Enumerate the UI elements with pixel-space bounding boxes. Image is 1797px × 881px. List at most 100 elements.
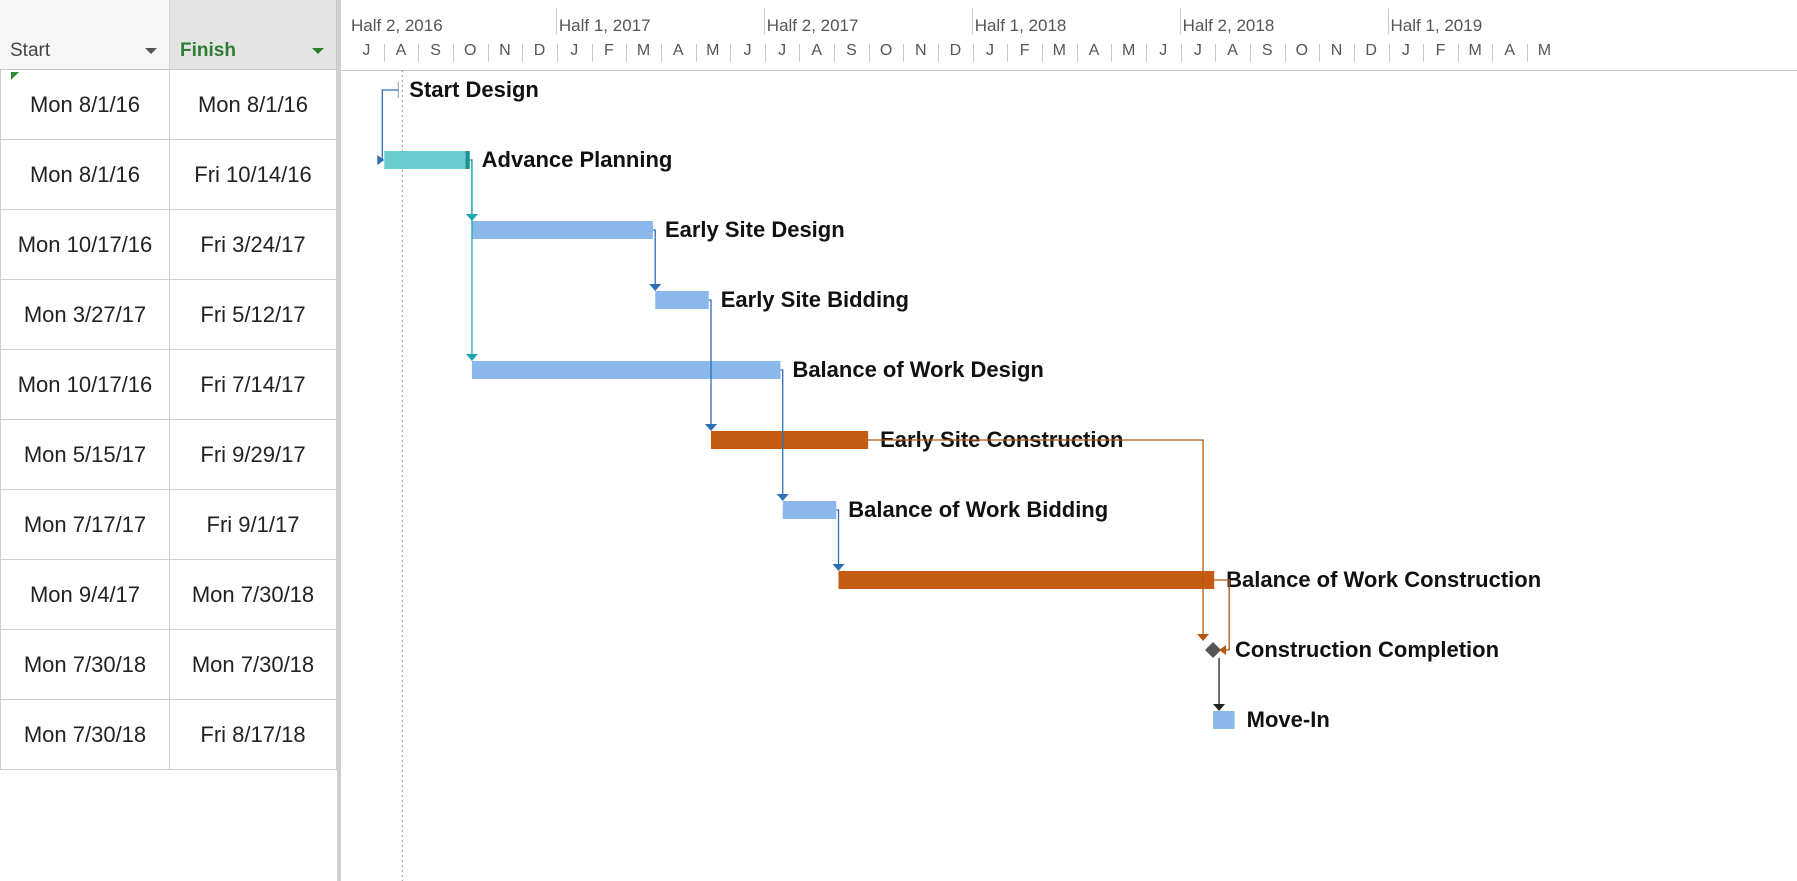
- month-separator: [383, 44, 385, 62]
- dependency-arrowhead: [1213, 704, 1226, 711]
- month-separator: [591, 44, 593, 62]
- task-grid: Start Finish Mon 8/1/16 Mon 8/1/16 Mon 8…: [0, 0, 337, 881]
- finish-cell[interactable]: Fri 5/12/17: [170, 280, 337, 350]
- start-cell[interactable]: Mon 9/4/17: [0, 560, 170, 630]
- start-cell[interactable]: Mon 7/30/18: [0, 630, 170, 700]
- half-label: Half 2, 2017: [766, 16, 859, 35]
- task-label: Balance of Work Construction: [1226, 567, 1541, 592]
- column-header-finish-label: Finish: [180, 40, 236, 61]
- task-bar: [1213, 711, 1235, 729]
- month-label: N: [1330, 42, 1343, 59]
- start-cell[interactable]: Mon 7/17/17: [0, 490, 170, 560]
- start-cell[interactable]: Mon 8/1/16: [0, 140, 170, 210]
- start-cell[interactable]: Mon 5/15/17: [0, 420, 170, 490]
- month-separator: [1042, 44, 1043, 62]
- table-row[interactable]: Mon 3/27/17 Fri 5/12/17: [0, 280, 337, 350]
- table-row[interactable]: Mon 7/30/18 Mon 7/30/18: [0, 630, 337, 700]
- month-label: J: [1159, 42, 1168, 59]
- half-separator: [1179, 8, 1181, 34]
- progress-marker: [465, 151, 470, 169]
- dependency-link: [836, 509, 840, 570]
- dependency-link: [469, 159, 473, 360]
- month-separator: [1076, 44, 1078, 62]
- month-label: M: [706, 42, 720, 59]
- finish-cell[interactable]: Mon 7/30/18: [170, 630, 337, 700]
- month-label: F: [1019, 42, 1030, 59]
- chevron-down-icon[interactable]: [145, 48, 157, 54]
- month-separator: [1111, 44, 1113, 62]
- month-label: A: [395, 42, 407, 59]
- start-cell[interactable]: Mon 8/1/16: [0, 70, 170, 140]
- table-row[interactable]: Mon 10/17/16 Fri 7/14/17: [0, 350, 337, 420]
- finish-cell[interactable]: Fri 7/14/17: [170, 350, 337, 420]
- finish-cell[interactable]: Mon 8/1/16: [170, 70, 337, 140]
- dependency-link: [378, 89, 399, 161]
- task-bar: [471, 221, 653, 239]
- table-row[interactable]: Mon 10/17/16 Fri 3/24/17: [0, 210, 337, 280]
- finish-cell[interactable]: Mon 7/30/18: [170, 560, 337, 630]
- half-separator: [971, 8, 973, 34]
- table-row[interactable]: Mon 8/1/16 Mon 8/1/16: [0, 70, 337, 140]
- finish-cell[interactable]: Fri 8/17/18: [170, 700, 337, 770]
- month-label: D: [949, 42, 962, 59]
- month-label: M: [1468, 42, 1482, 59]
- month-separator: [1353, 44, 1355, 62]
- table-row[interactable]: Mon 7/30/18 Fri 8/17/18: [0, 700, 337, 770]
- half-separator: [1387, 8, 1389, 34]
- table-row[interactable]: Mon 9/4/17 Mon 7/30/18: [0, 560, 337, 630]
- dependency-arrowhead: [776, 494, 789, 501]
- finish-cell[interactable]: Fri 10/14/16: [170, 140, 337, 210]
- start-cell[interactable]: Mon 10/17/16: [0, 350, 170, 420]
- task-bar: [471, 361, 781, 379]
- task-label: Early Site Bidding: [721, 287, 909, 312]
- start-cell[interactable]: Mon 7/30/18: [0, 700, 170, 770]
- month-label: M: [1052, 42, 1066, 59]
- milestone-diamond: [1205, 642, 1222, 658]
- month-label: S: [430, 42, 441, 59]
- dependency-link: [652, 229, 656, 290]
- dependency-arrowhead: [832, 564, 845, 571]
- month-label: A: [1504, 42, 1516, 59]
- month-separator: [730, 44, 732, 62]
- month-label: N: [914, 42, 927, 59]
- month-separator: [487, 44, 489, 62]
- month-separator: [452, 44, 454, 62]
- month-separator: [1527, 44, 1529, 62]
- task-bar: [838, 571, 1215, 589]
- month-separator: [695, 44, 697, 62]
- month-label: D: [533, 42, 546, 59]
- start-cell[interactable]: Mon 3/27/17: [0, 280, 170, 350]
- month-label: M: [1537, 42, 1552, 59]
- column-header-finish[interactable]: Finish: [170, 0, 337, 70]
- month-label: J: [778, 42, 787, 59]
- month-label: D: [1365, 42, 1377, 59]
- half-separator: [555, 8, 557, 34]
- month-separator: [938, 44, 940, 62]
- month-separator: [1145, 44, 1147, 62]
- column-header-start[interactable]: Start: [0, 0, 170, 70]
- table-row[interactable]: Mon 7/17/17 Fri 9/1/17: [0, 490, 337, 560]
- month-separator: [1284, 44, 1286, 62]
- task-label: Balance of Work Bidding: [848, 497, 1108, 522]
- month-label: A: [1227, 42, 1238, 59]
- dependency-arrowhead: [1197, 634, 1210, 641]
- task-bar: [384, 151, 470, 169]
- chevron-down-icon[interactable]: [312, 48, 324, 54]
- month-separator: [1388, 44, 1390, 62]
- month-label: F: [1435, 42, 1446, 59]
- dependency-arrowhead: [1219, 645, 1227, 655]
- dependency-arrowhead: [465, 354, 478, 361]
- half-label: Half 2, 2016: [351, 16, 443, 35]
- half-label: Half 1, 2018: [974, 16, 1067, 35]
- month-separator: [834, 44, 836, 62]
- half-separator: [763, 8, 765, 34]
- finish-cell[interactable]: Fri 9/1/17: [170, 490, 337, 560]
- table-row[interactable]: Mon 5/15/17 Fri 9/29/17: [0, 420, 337, 490]
- month-separator: [522, 44, 524, 62]
- month-label: J: [570, 42, 579, 59]
- start-cell[interactable]: Mon 10/17/16: [0, 210, 170, 280]
- table-row[interactable]: Mon 8/1/16 Fri 10/14/16: [0, 140, 337, 210]
- month-separator: [418, 44, 420, 62]
- finish-cell[interactable]: Fri 9/29/17: [170, 420, 337, 490]
- finish-cell[interactable]: Fri 3/24/17: [170, 210, 337, 280]
